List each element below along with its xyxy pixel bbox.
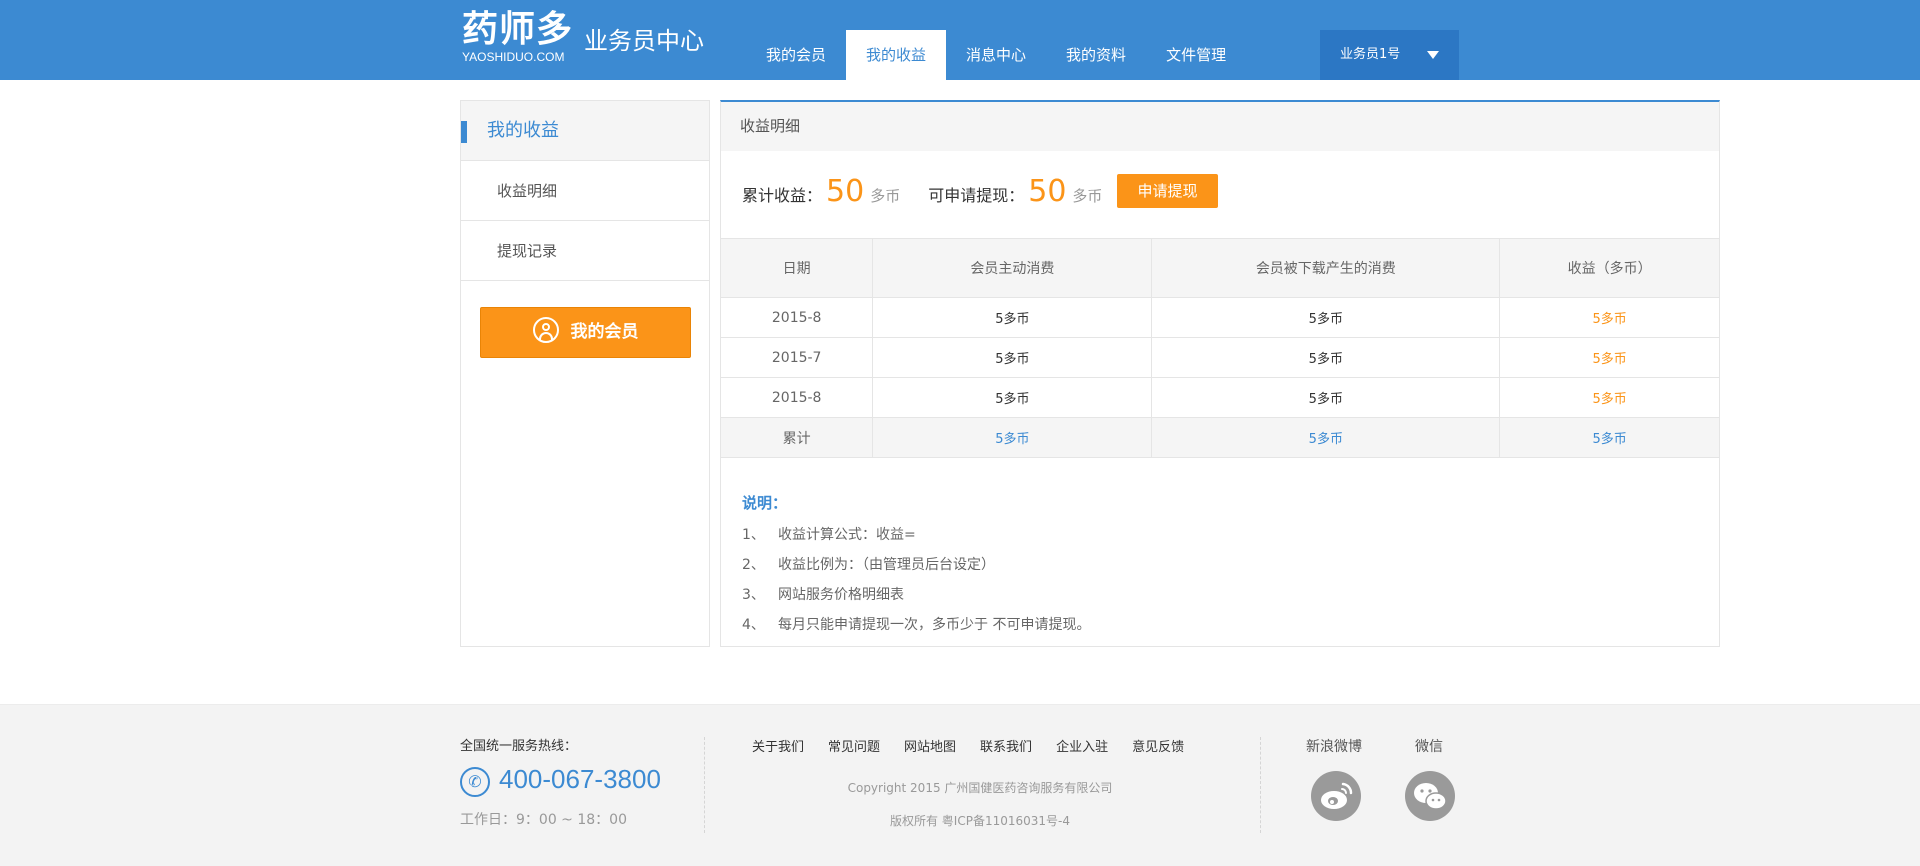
note-index: 1、 xyxy=(742,527,765,543)
table-total-row: 累计 5多币 5多币 5多币 xyxy=(719,417,1720,458)
nav-item-files[interactable]: 文件管理 xyxy=(1146,30,1246,80)
cell-active-spend: 5多币 xyxy=(872,377,1153,418)
cell-income: 5多币 xyxy=(1499,377,1720,418)
apply-withdraw-button[interactable]: 申请提现 xyxy=(1117,174,1218,208)
icp-text: 版权所有 粤ICP备11016031号-4 xyxy=(889,814,1070,828)
cell-active-spend: 5多币 xyxy=(872,297,1153,338)
income-panel: 收益明细 累计收益： 50 多币 可申请提现： 50 多币 申请提现 日期 会员… xyxy=(719,100,1720,647)
footer-link-contact[interactable]: 联系我们 xyxy=(980,736,1032,755)
sidebar-title-accent xyxy=(461,121,467,143)
sidebar-title: 我的收益 xyxy=(461,101,709,161)
main-nav: 我的会员 我的收益 消息中心 我的资料 文件管理 xyxy=(746,30,1246,80)
note-item: 3、 网站服务价格明细表 xyxy=(742,580,1090,610)
logo-main-text: 药师多 xyxy=(462,9,574,50)
top-header: 药师多 YAOSHIDUO.COM 业务员中心 我的会员 我的收益 消息中心 我… xyxy=(0,0,1920,80)
footer-link-sitemap[interactable]: 网站地图 xyxy=(904,736,956,755)
footer-link-enterprise[interactable]: 企业入驻 xyxy=(1056,736,1108,755)
note-item: 2、 收益比例为：（由管理员后台设定） xyxy=(742,550,1090,580)
footer-links: 关于我们 常见问题 网站地图 联系我们 企业入驻 意见反馈 xyxy=(752,736,1208,755)
note-text: 网站服务价格明细表 xyxy=(778,587,904,603)
note-index: 2、 xyxy=(742,557,765,573)
col-header-income: 收益（多币） xyxy=(1499,238,1720,298)
notes-section: 说明： 1、 收益计算公式：收益= 2、 收益比例为：（由管理员后台设定） 3、… xyxy=(742,492,1090,640)
cell-download-spend: 5多币 xyxy=(1151,297,1501,338)
nav-item-members[interactable]: 我的会员 xyxy=(746,30,846,80)
footer-link-about[interactable]: 关于我们 xyxy=(752,736,804,755)
cell-active-spend: 5多币 xyxy=(872,337,1153,378)
cell-download-spend: 5多币 xyxy=(1151,377,1501,418)
cell-income: 5多币 xyxy=(1499,297,1720,338)
wechat-label: 微信 xyxy=(1415,739,1443,755)
cell-total-label: 累计 xyxy=(719,417,874,458)
sidebar-item-income-detail[interactable]: 收益明细 xyxy=(461,161,709,221)
user-menu[interactable]: 业务员1号 xyxy=(1320,30,1459,80)
cell-date: 2015-7 xyxy=(719,337,874,378)
table-header-row: 日期 会员主动消费 会员被下载产生的消费 收益（多币） xyxy=(719,238,1720,298)
total-income-value: 50 xyxy=(826,174,865,209)
note-text: 收益计算公式：收益= xyxy=(778,527,916,543)
hotline-number: 400-067-3800 xyxy=(499,764,661,794)
hotline-label: 全国统一服务热线： xyxy=(460,739,578,754)
my-members-button[interactable]: 我的会员 xyxy=(480,307,691,358)
income-table: 日期 会员主动消费 会员被下载产生的消费 收益（多币） 2015-8 5多币 5… xyxy=(719,238,1720,458)
logo[interactable]: 药师多 YAOSHIDUO.COM xyxy=(462,9,574,65)
cell-date: 2015-8 xyxy=(719,377,874,418)
caret-down-icon xyxy=(1427,51,1439,59)
notes-title: 说明： xyxy=(742,494,788,512)
nav-item-profile[interactable]: 我的资料 xyxy=(1046,30,1146,80)
note-item: 1、 收益计算公式：收益= xyxy=(742,520,1090,550)
work-hours: 工作日：9：00 ~ 18：00 xyxy=(460,812,627,828)
user-name: 业务员1号 xyxy=(1340,47,1401,62)
cell-total-income: 5多币 xyxy=(1499,417,1720,458)
withdrawable-label: 可申请提现： xyxy=(928,186,1025,205)
cell-date: 2015-8 xyxy=(719,297,874,338)
cell-income: 5多币 xyxy=(1499,337,1720,378)
col-header-active-spend: 会员主动消费 xyxy=(872,238,1153,298)
copyright-text: Copyright 2015 广州国健医药咨询服务有限公司 xyxy=(847,781,1113,795)
table-row: 2015-8 5多币 5多币 5多币 xyxy=(719,297,1720,338)
user-circle-icon xyxy=(532,317,559,343)
cell-total-download-spend: 5多币 xyxy=(1151,417,1501,458)
col-header-download-spend: 会员被下载产生的消费 xyxy=(1151,238,1501,298)
table-row: 2015-7 5多币 5多币 5多币 xyxy=(719,337,1720,378)
col-header-date: 日期 xyxy=(719,238,874,298)
withdrawable-unit: 多币 xyxy=(1072,187,1103,205)
panel-title: 收益明细 xyxy=(721,102,1719,151)
footer-divider xyxy=(1260,737,1261,833)
income-summary: 累计收益： 50 多币 可申请提现： 50 多币 xyxy=(742,174,1130,214)
site-name: 业务员中心 xyxy=(584,27,704,55)
logo-sub-text: YAOSHIDUO.COM xyxy=(462,50,565,64)
total-income-label: 累计收益： xyxy=(742,186,823,205)
footer-link-faq[interactable]: 常见问题 xyxy=(828,736,880,755)
wechat-icon[interactable] xyxy=(1405,771,1455,821)
note-index: 3、 xyxy=(742,587,765,603)
nav-item-income[interactable]: 我的收益 xyxy=(846,30,947,80)
sidebar: 我的收益 收益明细 提现记录 我的会员 xyxy=(460,100,710,647)
total-income-unit: 多币 xyxy=(870,187,901,205)
weibo-label: 新浪微博 xyxy=(1306,739,1362,755)
sidebar-item-withdraw-records[interactable]: 提现记录 xyxy=(461,221,709,281)
my-members-button-label: 我的会员 xyxy=(570,322,639,342)
sidebar-title-label: 我的收益 xyxy=(487,120,559,141)
footer-link-feedback[interactable]: 意见反馈 xyxy=(1132,736,1184,755)
note-index: 4、 xyxy=(742,617,765,633)
note-text: 每月只能申请提现一次，多币少于 不可申请提现。 xyxy=(778,617,1091,633)
table-row: 2015-8 5多币 5多币 5多币 xyxy=(719,377,1720,418)
cell-download-spend: 5多币 xyxy=(1151,337,1501,378)
note-item: 4、 每月只能申请提现一次，多币少于 不可申请提现。 xyxy=(742,610,1090,640)
cell-total-active-spend: 5多币 xyxy=(872,417,1153,458)
phone-icon: ✆ xyxy=(460,767,490,797)
note-text: 收益比例为：（由管理员后台设定） xyxy=(778,557,995,573)
nav-item-messages[interactable]: 消息中心 xyxy=(946,30,1046,80)
weibo-icon[interactable] xyxy=(1311,771,1361,821)
footer: 全国统一服务热线： ✆ 400-067-3800 工作日：9：00 ~ 18：0… xyxy=(0,704,1920,866)
withdrawable-value: 50 xyxy=(1028,174,1067,209)
